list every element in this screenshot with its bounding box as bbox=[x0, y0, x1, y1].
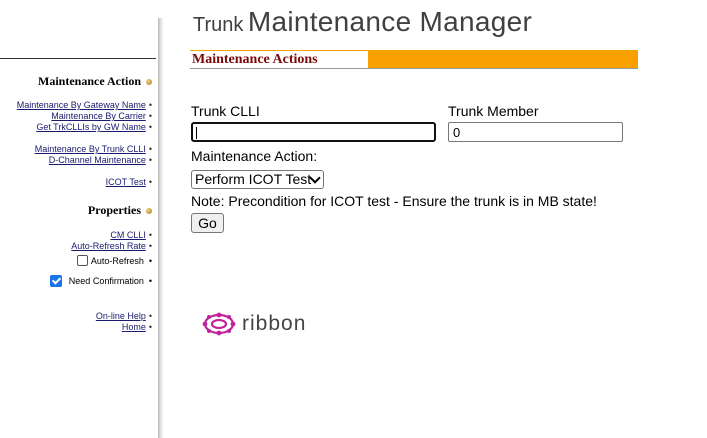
text-caret bbox=[196, 127, 197, 139]
sidebar-divider bbox=[0, 58, 156, 59]
maintenance-action-select[interactable]: Perform ICOT Test bbox=[191, 170, 324, 189]
link-maintenance-by-trunk-clli[interactable]: Maintenance By Trunk CLLI bbox=[35, 144, 146, 154]
sidebar-item-carrier: Maintenance By Carrier • bbox=[51, 111, 152, 121]
auto-refresh-option: Auto-Refresh • bbox=[76, 255, 152, 266]
trunk-member-input[interactable]: 0 bbox=[448, 122, 623, 142]
link-get-trkcllis-by-gw-name[interactable]: Get TrkCLLIs by GW Name bbox=[36, 122, 146, 132]
maintenance-action-heading: Maintenance Action bbox=[0, 74, 152, 89]
link-cm-clli[interactable]: CM CLLI bbox=[110, 230, 146, 240]
link-maintenance-by-carrier[interactable]: Maintenance By Carrier bbox=[51, 111, 146, 121]
need-confirmation-option: Need Confirmation • bbox=[49, 275, 152, 287]
sidebar-item-home: Home • bbox=[121, 322, 152, 332]
sidebar-item-cm-clli: CM CLLI • bbox=[110, 230, 152, 240]
ribbon-logo-text: ribbon bbox=[242, 312, 307, 335]
trunk-member-label: Trunk Member bbox=[448, 103, 539, 119]
link-home[interactable]: Home bbox=[122, 322, 146, 332]
sidebar-item-trkcllis: Get TrkCLLIs by GW Name • bbox=[36, 122, 152, 132]
section-accent-bar bbox=[368, 50, 638, 68]
auto-refresh-checkbox[interactable] bbox=[76, 255, 88, 266]
section-header: Maintenance Actions bbox=[190, 50, 638, 69]
link-icot-test[interactable]: ICOT Test bbox=[106, 177, 146, 187]
link-d-channel-maintenance[interactable]: D-Channel Maintenance bbox=[49, 155, 146, 165]
section-title: Maintenance Actions bbox=[192, 52, 318, 67]
sidebar-item-dchannel: D-Channel Maintenance • bbox=[48, 155, 152, 165]
go-button[interactable]: Go bbox=[191, 213, 224, 233]
properties-heading: Properties bbox=[0, 203, 152, 218]
ribbon-logo-icon bbox=[202, 312, 236, 336]
ribbon-logo: ribbon bbox=[202, 312, 306, 336]
sidebar-item-gateway-name: Maintenance By Gateway Name • bbox=[16, 100, 152, 110]
maintenance-action-label: Maintenance Action: bbox=[191, 148, 318, 164]
need-confirmation-checkbox[interactable] bbox=[49, 275, 62, 287]
sidebar-item-online-help: On-line Help • bbox=[95, 311, 152, 321]
sidebar-item-auto-refresh-rate: Auto-Refresh Rate • bbox=[71, 241, 152, 251]
sidebar-item-icot: ICOT Test • bbox=[105, 177, 152, 187]
bullet-icon bbox=[146, 208, 152, 215]
link-maintenance-by-gateway-name[interactable]: Maintenance By Gateway Name bbox=[17, 100, 146, 110]
sidebar-item-trunk-clli: Maintenance By Trunk CLLI • bbox=[34, 144, 152, 154]
sidebar: Maintenance Action Maintenance By Gatewa… bbox=[0, 0, 158, 438]
page-title: Trunk Maintenance Manager bbox=[193, 6, 533, 37]
trunk-clli-label: Trunk CLLI bbox=[191, 103, 260, 119]
link-auto-refresh-rate[interactable]: Auto-Refresh Rate bbox=[71, 241, 146, 251]
precondition-note: Note: Precondition for ICOT test - Ensur… bbox=[191, 193, 597, 209]
trunk-clli-input[interactable] bbox=[191, 122, 436, 142]
bullet-icon bbox=[146, 79, 152, 86]
link-online-help[interactable]: On-line Help bbox=[96, 311, 146, 321]
sidebar-shadow bbox=[158, 18, 164, 438]
